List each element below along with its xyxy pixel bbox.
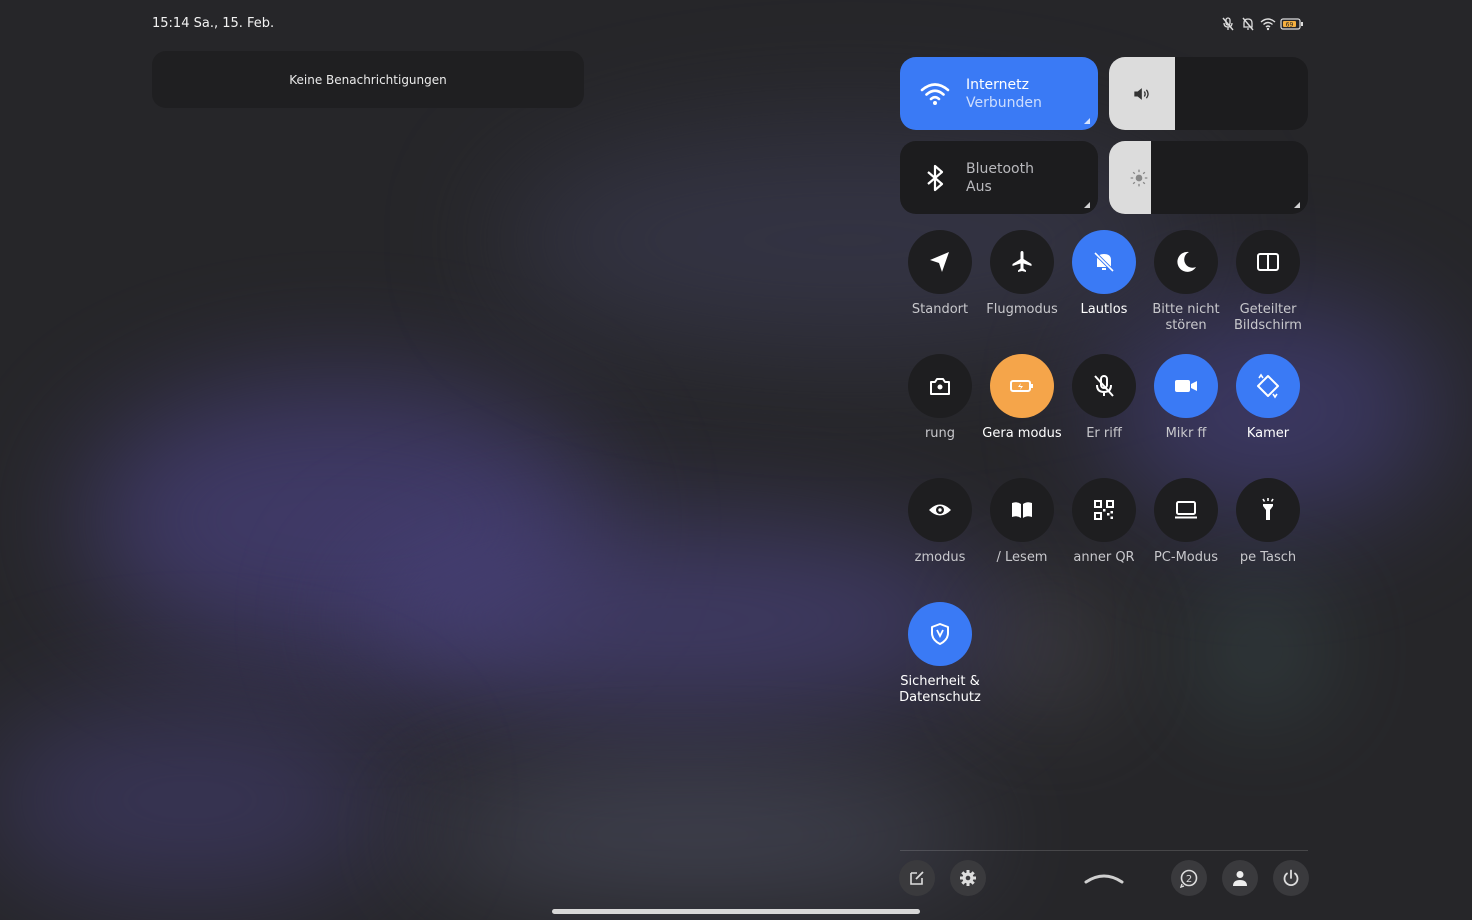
toggle-label: Gera modus (982, 426, 1062, 441)
sun-icon (1130, 169, 1148, 187)
flashlight-icon (1262, 498, 1274, 520)
battery-level: 69 (1286, 21, 1294, 28)
wifi-icon (1260, 18, 1276, 31)
toggle-split-screen[interactable]: Geteilter Bildschirm (1227, 230, 1309, 334)
second-space-icon: 2 (1179, 869, 1198, 888)
toggle-do-not-disturb[interactable]: Bitte nicht stören (1145, 230, 1227, 334)
toggle-qr-scanner[interactable]: anner QR (1063, 478, 1145, 566)
mic-muted-icon (1094, 375, 1114, 397)
status-time-date: 15:14 Sa., 15. Feb. (152, 16, 275, 31)
power-icon (1283, 869, 1299, 887)
toggle-flashlight[interactable]: pe Tasch (1227, 478, 1309, 566)
home-indicator[interactable] (552, 909, 920, 914)
bell-muted-icon (1093, 251, 1115, 273)
airplane-icon (1012, 251, 1032, 272)
toggle-label: Standort (911, 302, 969, 317)
svg-text:2: 2 (1186, 874, 1192, 885)
split-screen-icon (1257, 253, 1279, 271)
gear-icon (960, 870, 976, 886)
volume-slider[interactable] (1109, 57, 1308, 130)
toggle-silent[interactable]: Lautlos (1063, 230, 1145, 318)
bottom-divider (900, 850, 1308, 851)
toggle-label: Kamer (1246, 426, 1290, 441)
eye-icon (929, 504, 951, 516)
bluetooth-tile-title: Bluetooth (966, 160, 1034, 177)
mic-muted-icon (1222, 17, 1234, 31)
toggle-label: Er riff (1086, 426, 1122, 441)
wifi-icon (920, 82, 950, 105)
internet-tile-title: Internetz (966, 76, 1029, 93)
toggle-label: Sicherheit & Datenschutz (899, 674, 981, 705)
book-icon (1012, 502, 1032, 518)
toggle-label: Flugmodus (986, 302, 1058, 317)
expand-corner-icon (1084, 118, 1090, 124)
toggle-label: zmodus (914, 550, 966, 565)
speaker-icon (1134, 88, 1149, 100)
brightness-slider[interactable] (1109, 141, 1308, 214)
toggle-airplane-mode[interactable]: Flugmodus (981, 230, 1063, 318)
expand-corner-icon (1294, 202, 1300, 208)
toggle-label: Geteilter Bildschirm (1234, 302, 1302, 333)
toggle-label: anner QR (1073, 550, 1135, 565)
no-notifications-text: Keine Benachrichtigungen (289, 72, 447, 87)
user-button[interactable] (1222, 860, 1258, 896)
toggle-security-privacy[interactable]: Sicherheit & Datenschutz (899, 602, 981, 706)
laptop-icon (1175, 501, 1197, 519)
bluetooth-icon (927, 164, 944, 191)
toggle-microphone[interactable]: Mikr ff (1145, 354, 1227, 442)
shield-icon (931, 623, 949, 645)
location-arrow-icon (930, 252, 949, 272)
auto-rotate-icon (1257, 373, 1279, 399)
bluetooth-tile-status: Aus (966, 178, 992, 195)
chevron-up-icon[interactable] (1084, 866, 1124, 886)
toggle-label: Mikr ff (1165, 426, 1207, 441)
power-button[interactable] (1273, 860, 1309, 896)
toggle-access[interactable]: Er riff (1063, 354, 1145, 442)
toggle-label: pe Tasch (1239, 550, 1297, 565)
bluetooth-tile[interactable]: Bluetooth Aus (900, 141, 1098, 214)
toggle-eye-mode[interactable]: zmodus (899, 478, 981, 566)
toggle-location[interactable]: Standort (899, 230, 981, 318)
toggle-label: PC-Modus (1153, 550, 1219, 565)
user-icon (1233, 871, 1247, 886)
toggle-label: rung (924, 426, 956, 441)
expand-corner-icon (1084, 202, 1090, 208)
battery-saver-icon (1010, 380, 1033, 392)
toggle-screenshot[interactable]: rung (899, 354, 981, 442)
bell-muted-icon (1242, 17, 1254, 31)
internet-tile[interactable]: Internetz Verbunden (900, 57, 1098, 130)
settings-button[interactable] (950, 860, 986, 896)
internet-tile-status: Verbunden (966, 94, 1042, 111)
battery-icon: 69 (1280, 18, 1303, 30)
toggle-battery-saver[interactable]: Gera modus (981, 354, 1063, 442)
qr-code-icon (1094, 500, 1114, 520)
moon-icon (1177, 251, 1196, 272)
toggle-label: / Lesem (996, 550, 1048, 565)
toggle-label: Lautlos (1080, 302, 1128, 317)
wallpaper (0, 0, 1472, 920)
video-camera-icon (1175, 380, 1197, 392)
toggle-pc-mode[interactable]: PC-Modus (1145, 478, 1227, 566)
edit-button[interactable] (899, 860, 935, 896)
toggle-label: Bitte nicht stören (1152, 302, 1220, 333)
toggle-reading-mode[interactable]: / Lesem (981, 478, 1063, 566)
camera-icon (930, 378, 950, 395)
status-icons: 69 (1220, 16, 1304, 32)
toggle-camera[interactable]: Kamer (1227, 354, 1309, 442)
edit-icon (910, 871, 924, 885)
notification-panel: Keine Benachrichtigungen (152, 51, 584, 108)
second-space-button[interactable]: 2 (1171, 860, 1207, 896)
